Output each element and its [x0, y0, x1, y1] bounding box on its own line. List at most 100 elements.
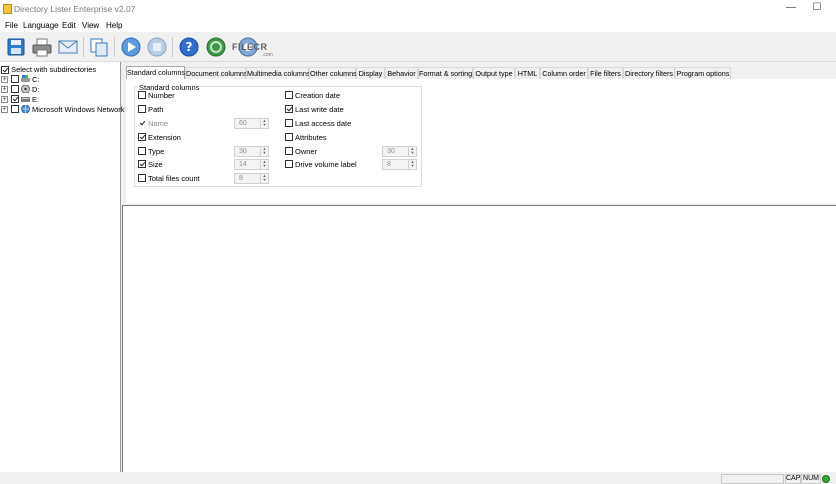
option-label: Owner — [295, 147, 318, 156]
type-checkbox[interactable]: Type — [138, 147, 164, 157]
copy-icon[interactable] — [88, 36, 110, 58]
tree-item-c[interactable]: + C: — [0, 75, 121, 85]
checkbox[interactable] — [138, 91, 146, 99]
checkbox[interactable] — [285, 105, 293, 113]
toolbar-separator — [83, 37, 84, 57]
type-width-spinner[interactable]: 30 ▲ ▼ — [234, 146, 269, 157]
last-access-date-checkbox[interactable]: Last access date — [285, 119, 351, 129]
creation-date-checkbox[interactable]: Creation date — [285, 91, 340, 101]
drive-volume-label-width-spinner[interactable]: 8 ▲ ▼ — [382, 159, 417, 170]
tab-display[interactable]: Display — [356, 67, 385, 79]
minimize-button[interactable]: — — [777, 0, 805, 18]
stop-icon[interactable] — [146, 36, 168, 58]
checkbox[interactable] — [138, 133, 146, 141]
checkbox[interactable] — [138, 174, 146, 182]
tab-file-filters[interactable]: File filters — [588, 67, 623, 79]
toolbar-separator — [172, 37, 173, 57]
tree-item-d[interactable]: + D: — [0, 85, 121, 95]
checkbox[interactable] — [138, 160, 146, 168]
print-icon[interactable] — [31, 36, 53, 58]
checkbox[interactable] — [1, 66, 9, 75]
drive-volume-label-checkbox[interactable]: Drive volume label — [285, 160, 357, 170]
option-label: Extension — [148, 133, 181, 142]
output-panel[interactable] — [122, 205, 836, 472]
option-label: Path — [148, 105, 164, 114]
checkbox — [138, 119, 146, 127]
status-cap: CAP — [785, 474, 801, 484]
menu-help[interactable]: Help — [106, 21, 122, 30]
tree-item-e[interactable]: + E: — [0, 95, 121, 105]
extension-checkbox[interactable]: Extension — [138, 133, 181, 143]
checkbox[interactable] — [11, 85, 19, 93]
tab-program-options[interactable]: Program options — [675, 67, 731, 79]
tab-multimedia-columns[interactable]: Multimedia columns — [246, 67, 311, 79]
tab-column-order[interactable]: Column order — [540, 67, 588, 79]
tab-directory-filters[interactable]: Directory filters — [623, 67, 675, 79]
checkbox[interactable] — [11, 75, 19, 83]
option-label: Type — [148, 147, 165, 156]
watermark-sub: .com — [262, 52, 273, 58]
owner-checkbox[interactable]: Owner — [285, 147, 317, 157]
menu-view[interactable]: View — [82, 21, 99, 30]
toolbar: ? FILECR .com — [0, 32, 836, 62]
tab-document-columns[interactable]: Document columns — [185, 67, 248, 79]
watermark-text: FILECR — [232, 42, 268, 52]
status-num: NUM — [801, 474, 821, 484]
drive-icon — [21, 97, 30, 102]
tab-standard-columns[interactable]: Standard columns — [126, 66, 185, 79]
checkbox[interactable] — [138, 105, 146, 113]
directory-tree[interactable]: Select with subdirectories + C: + D: + E… — [0, 62, 125, 472]
tab-behavior[interactable]: Behavior — [385, 67, 418, 79]
tree-item-network[interactable]: + Microsoft Windows Network — [0, 105, 125, 115]
option-label: Name — [148, 119, 169, 128]
number-checkbox[interactable]: Number — [138, 91, 175, 101]
option-label: Drive volume label — [295, 160, 357, 169]
option-label: Size — [148, 160, 163, 169]
save-icon[interactable] — [5, 36, 27, 58]
tab-html[interactable]: HTML — [515, 67, 540, 79]
tab-other-columns[interactable]: Other columns — [309, 67, 357, 79]
checkbox[interactable] — [11, 95, 19, 103]
size-width-spinner[interactable]: 14 ▲ ▼ — [234, 159, 269, 170]
tree-item-label: Microsoft Windows Network — [32, 105, 125, 114]
option-label: Number — [148, 91, 175, 100]
title-bar: Directory Lister Enterprise v2.07 — ☐ — [0, 0, 836, 19]
play-icon[interactable] — [120, 36, 142, 58]
tab-format-sorting[interactable]: Format & sorting — [418, 67, 473, 79]
drive-icon — [21, 75, 30, 82]
toolbar-separator — [114, 37, 115, 57]
email-icon[interactable] — [57, 36, 79, 58]
option-label: Last write date — [295, 105, 344, 114]
maximize-button[interactable]: ☐ — [803, 0, 831, 18]
menu-language[interactable]: Language — [23, 21, 59, 30]
app-icon — [3, 4, 12, 14]
checkbox[interactable] — [285, 91, 293, 99]
size-checkbox[interactable]: Size — [138, 160, 163, 170]
attributes-checkbox[interactable]: Attributes — [285, 133, 327, 143]
select-subdirectories-checkbox[interactable]: Select with subdirectories — [1, 65, 96, 75]
expand-icon[interactable]: + — [1, 96, 8, 103]
menu-edit[interactable]: Edit — [62, 21, 76, 30]
tree-item-label: E: — [32, 95, 40, 104]
owner-width-spinner[interactable]: 30 ▲ ▼ — [382, 146, 417, 157]
path-checkbox[interactable]: Path — [138, 105, 163, 115]
total-files-count-checkbox[interactable]: Total files count — [138, 174, 200, 184]
expand-icon[interactable]: + — [1, 76, 8, 83]
menu-file[interactable]: File — [5, 21, 18, 30]
expand-icon[interactable]: + — [1, 106, 8, 113]
expand-icon[interactable]: + — [1, 86, 8, 93]
checkbox[interactable] — [11, 105, 19, 113]
help-icon[interactable]: ? — [178, 36, 200, 58]
tab-output-type[interactable]: Output type — [473, 67, 515, 79]
svg-text:?: ? — [186, 40, 193, 54]
checkbox[interactable] — [285, 147, 293, 155]
update-icon[interactable] — [205, 36, 227, 58]
option-label: Attributes — [295, 133, 327, 142]
checkbox[interactable] — [138, 147, 146, 155]
checkbox[interactable] — [285, 160, 293, 168]
last-write-date-checkbox[interactable]: Last write date — [285, 105, 344, 115]
checkbox[interactable] — [285, 119, 293, 127]
checkbox[interactable] — [285, 133, 293, 141]
total-files-count-width-spinner[interactable]: 8 ▲ ▼ — [234, 173, 269, 184]
option-label: Last access date — [295, 119, 352, 128]
